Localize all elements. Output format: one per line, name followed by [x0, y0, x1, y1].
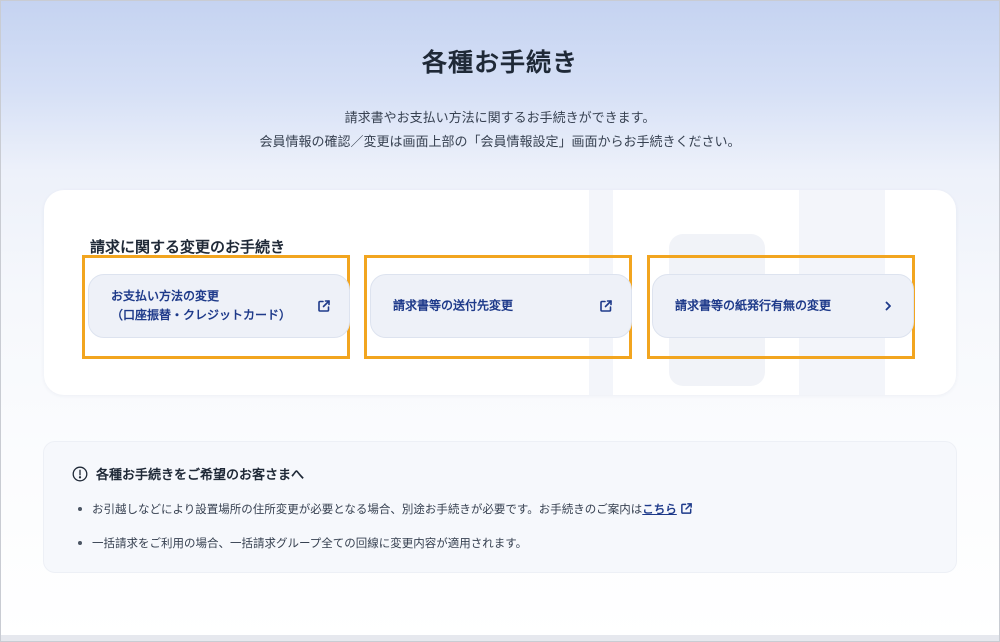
page-frame: 各種お手続き 請求書やお支払い方法に関するお手続きができます。 会員情報の確認／… [0, 0, 1000, 642]
button-label-line-1: 請求書等の紙発行有無の変更 [675, 298, 832, 313]
list-item: お引越しなどにより設置場所の住所変更が必要となる場合、別途お手続きが必要です。お… [78, 498, 693, 532]
external-link-icon [600, 300, 612, 312]
notice-list: お引越しなどにより設置場所の住所変更が必要となる場合、別途お手続きが必要です。お… [78, 498, 693, 566]
page-title: 各種お手続き [421, 48, 578, 77]
lead-line-2: 会員情報の確認／変更は画面上部の「会員情報設定」画面からお手続きください。 [259, 135, 741, 150]
paper-invoice-change-button[interactable]: 請求書等の紙発行有無の変更 [652, 274, 914, 338]
notice-item-text: お引越しなどにより設置場所の住所変更が必要となる場合、別途お手続きが必要です。お… [92, 502, 643, 516]
lead-text: 請求書やお支払い方法に関するお手続きができます。 会員情報の確認／変更は画面上部… [1, 107, 999, 155]
notice-box: 各種お手続きをご希望のお客さまへ お引越しなどにより設置場所の住所変更が必要とな… [43, 441, 957, 573]
button-label: 請求書等の紙発行有無の変更 [675, 297, 831, 316]
notice-title: 各種お手続きをご希望のお客さまへ [72, 464, 304, 483]
notice-item-text: 一括請求をご利用の場合、一括請求グループ全ての回線に変更内容が適用されます。 [92, 536, 528, 550]
billing-section-title: 請求に関する変更のお手続き [90, 238, 286, 256]
external-link-icon [318, 300, 330, 312]
info-circle-icon [72, 466, 88, 481]
lead-line-1: 請求書やお支払い方法に関するお手続きができます。 [344, 111, 656, 126]
bottom-border [1, 635, 999, 641]
external-link-icon [680, 503, 692, 514]
guide-link[interactable]: こちら [642, 502, 677, 516]
button-label: 請求書等の送付先変更 [393, 297, 513, 316]
button-label-line-1: 請求書等の送付先変更 [393, 298, 514, 313]
button-label-line-2: （口座振替・クレジットカード） [111, 308, 292, 322]
chevron-right-icon [885, 301, 891, 311]
button-label-line-1: お支払い方法の変更 [111, 289, 220, 303]
payment-method-change-button[interactable]: お支払い方法の変更 （口座振替・クレジットカード） [88, 274, 350, 338]
list-item: 一括請求をご利用の場合、一括請求グループ全ての回線に変更内容が適用されます。 [78, 532, 693, 566]
notice-title-text: 各種お手続きをご希望のお客さまへ [96, 468, 305, 483]
button-label: お支払い方法の変更 （口座振替・クレジットカード） [111, 287, 291, 325]
invoice-address-change-button[interactable]: 請求書等の送付先変更 [370, 274, 632, 338]
